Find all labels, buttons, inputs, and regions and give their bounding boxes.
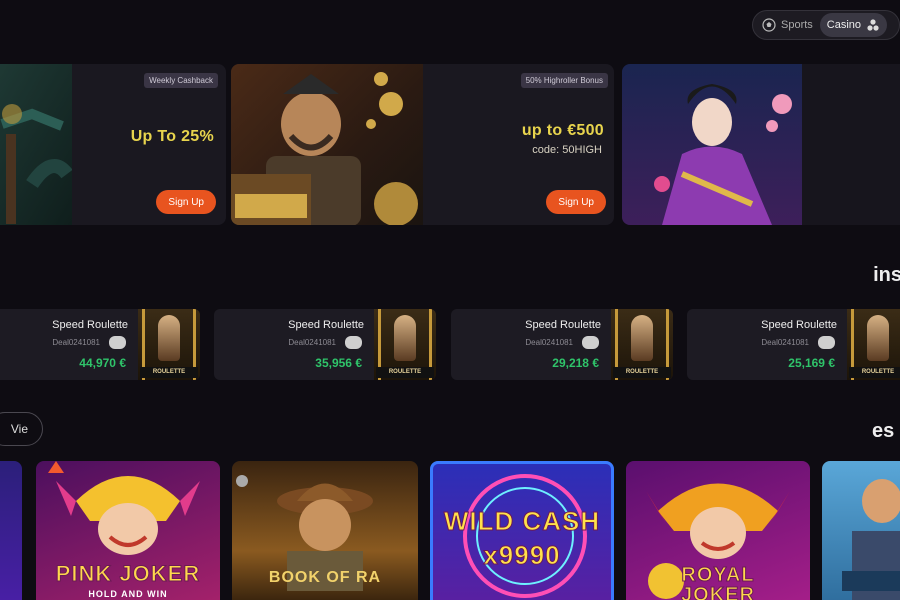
sign-up-button[interactable]: Sign Up [546,190,606,214]
dealer-thumbnail: ROULETTE [374,309,436,380]
live-game-id: Deal0241081 [761,338,809,347]
live-game-card[interactable]: ROULETTE Speed Roulette Deal0241081 44,9… [0,309,200,380]
promo-banner-cashback[interactable]: Weekly Cashback Up To 25% Sign Up [0,64,226,225]
casino-tab-label: Casino [826,19,862,31]
game-tile[interactable]: PINK JOKER HOLD AND WIN [36,461,220,600]
game-tile-title: WILD CASH x9990 [443,506,601,571]
dealer-avatar-icon [582,336,599,349]
dealer-avatar-icon [345,336,362,349]
dealer-thumbnail: ROULETTE [847,309,900,380]
game-tile[interactable]: WILD CASH x9990 [430,461,614,600]
promo-banner-geisha[interactable] [622,64,900,225]
live-game-card[interactable]: ROULETTE Speed Roulette Deal0241081 29,2… [451,309,673,380]
dealer-thumbnail: ROULETTE [611,309,673,380]
live-game-amount: 35,956 € [315,356,362,370]
game-tile-title: ROYAL JOKER [681,564,755,600]
sports-tab-label: Sports [781,19,813,31]
live-game-card[interactable]: ROULETTE Speed Roulette Deal0241081 25,1… [687,309,900,380]
promo-banner-highroller[interactable]: 50% Highroller Bonus up to €500 code: 50… [231,64,614,225]
live-game-name: Speed Roulette [525,319,601,331]
view-all-button[interactable]: Vie [0,412,43,446]
game-tile-edge-right[interactable] [822,461,900,600]
game-tile-subtitle: HOLD AND WIN [88,589,168,599]
cards-icon [866,18,880,32]
live-game-card[interactable]: ROULETTE Speed Roulette Deal0241081 35,9… [214,309,436,380]
live-game-amount: 29,218 € [552,356,599,370]
live-game-name: Speed Roulette [52,319,128,331]
game-tile[interactable]: BOOK OF RA [232,461,418,600]
live-game-id: Deal0241081 [52,338,100,347]
dealer-avatar-icon [818,336,835,349]
game-tile-title: PINK JOKER [55,561,201,587]
live-game-id: Deal0241081 [525,338,573,347]
promo-code: code: 50HIGH [532,144,602,156]
promo-badge: Weekly Cashback [144,73,218,88]
soccer-ball-icon [762,18,776,32]
casino-tab[interactable]: Casino [819,13,888,37]
game-tile[interactable]: ROYAL JOKER [626,461,810,600]
partial-game-art [842,479,900,600]
top-bar: Sports Casino [0,0,900,50]
games-section-title: es [872,420,895,442]
live-section-title: ins [873,264,900,286]
dealer-thumbnail: ROULETTE [138,309,200,380]
live-game-amount: 44,970 € [79,356,126,370]
promo-art-geisha [622,64,802,225]
game-tile-title: BOOK OF RA [268,569,382,586]
game-tile-edge-left[interactable] [0,461,22,600]
casino-sports-switch: Sports Casino [752,10,900,40]
dealer-avatar-icon [109,336,126,349]
live-game-name: Speed Roulette [761,319,837,331]
live-game-amount: 25,169 € [788,356,835,370]
sign-up-button[interactable]: Sign Up [156,190,216,214]
promo-art-torii [0,64,73,225]
promo-badge: 50% Highroller Bonus [520,73,608,88]
live-game-id: Deal0241081 [288,338,336,347]
promo-art-warrior [231,64,423,225]
promo-headline: up to €500 [521,122,604,139]
sports-tab[interactable]: Sports [755,13,820,37]
promo-headline: Up To 25% [130,128,214,145]
live-game-name: Speed Roulette [288,319,364,331]
